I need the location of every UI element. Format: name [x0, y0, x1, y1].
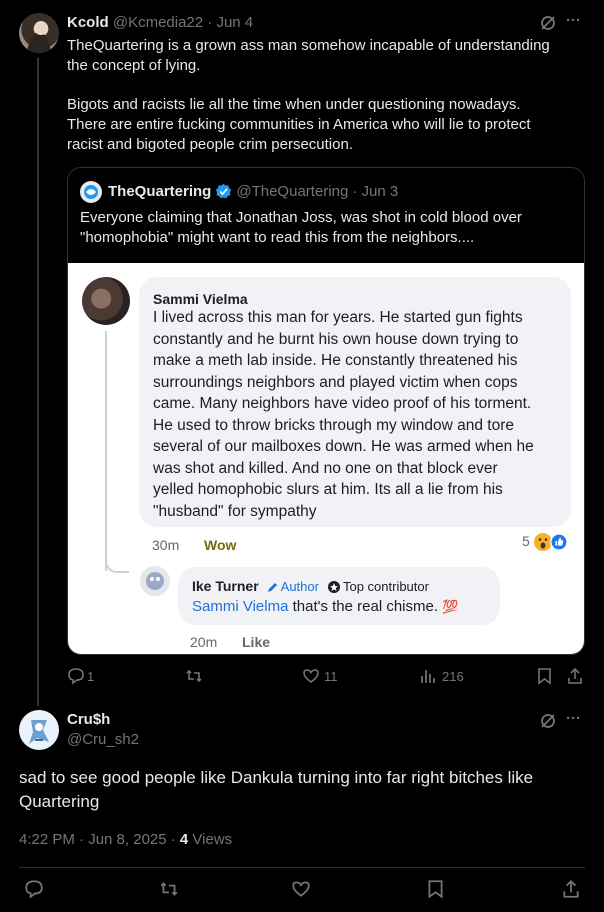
repost-icon — [185, 667, 203, 685]
top-contributor-icon — [327, 580, 341, 594]
grok-icon[interactable] — [539, 712, 557, 735]
top-contributor-badge: Top contributor — [342, 579, 429, 594]
comment-line: yelled homophobic slurs at him. Its all … — [153, 481, 503, 498]
quote-text-line: "homophobia" might want to read this fro… — [80, 229, 475, 246]
tweet2-handle[interactable]: @Cru_sh2 — [67, 731, 139, 748]
comment-line: surroundings neighbors and played victim… — [153, 373, 518, 391]
tweet2-views-label: Views — [188, 831, 233, 848]
reaction-count: 5 — [522, 533, 530, 549]
tweet2-text-line: sad to see good people like Dankula turn… — [19, 768, 534, 787]
reply-count: 1 — [87, 668, 95, 684]
pencil-icon — [267, 581, 279, 593]
tweet2-views-count: 4 — [179, 831, 189, 848]
tweet2-display-name[interactable]: Cru$h — [67, 711, 110, 728]
facebook-comment-bubble: Sammi Vielma I lived across this man for… — [139, 277, 571, 527]
views-count: 216 — [442, 668, 464, 684]
heart-icon — [302, 667, 320, 685]
quoted-media-image[interactable]: Sammi Vielma I lived across this man for… — [68, 263, 584, 654]
tweet1-date[interactable]: · Jun 4 — [207, 14, 253, 31]
comment-line: He used to throw bricks through my windo… — [153, 416, 514, 434]
quote-display-name[interactable]: TheQuartering — [108, 183, 211, 200]
comment-line: constantly and he burnt his own house do… — [153, 330, 519, 348]
repost-button[interactable] — [185, 667, 209, 685]
tweet1-text-line: the concept of lying. — [67, 57, 201, 74]
quote-date[interactable]: · Jun 3 — [352, 183, 398, 200]
views-icon — [420, 667, 436, 685]
comment-line: "husband" for sympathy — [153, 502, 317, 520]
ike-avatar — [140, 566, 170, 596]
verified-badge-icon — [215, 183, 232, 200]
like-button[interactable] — [291, 879, 311, 904]
comment-line: several of our mailboxes down. He was ar… — [153, 438, 534, 455]
grok-icon[interactable] — [539, 14, 557, 37]
tweet1-more-button[interactable]: ··· — [566, 12, 581, 29]
reply-button[interactable]: 1 — [67, 667, 94, 685]
thequartering-avatar[interactable] — [80, 181, 102, 203]
reply-button[interactable] — [24, 879, 44, 904]
thread-connector-line — [37, 58, 39, 706]
share-button[interactable] — [561, 879, 581, 904]
tweet2-more-button[interactable]: ··· — [566, 710, 581, 727]
tweet1-text-line: There are entire fucking communities in … — [67, 116, 531, 133]
reply-time: 20m — [190, 634, 218, 650]
bookmark-button[interactable] — [426, 879, 445, 904]
comment-thread-curve — [105, 559, 129, 573]
comment-thread-line — [105, 331, 107, 571]
bookmark-button[interactable] — [536, 667, 553, 690]
tweet1-display-name[interactable]: Kcold — [67, 14, 109, 31]
sammi-avatar — [82, 277, 130, 325]
kcold-avatar[interactable] — [19, 13, 59, 53]
crush-avatar[interactable] — [19, 710, 59, 750]
reply-author-name: Ike Turner — [192, 578, 259, 594]
comment-time: 30m — [152, 537, 180, 553]
tweet2-timestamp[interactable]: 4:22 PM · Jun 8, 2025 · — [19, 831, 180, 848]
tweet1-text-line: racist and bigoted people crim persecuti… — [67, 136, 353, 153]
comment-line: I lived across this man for years. He st… — [153, 309, 523, 326]
like-count: 11 — [324, 668, 338, 684]
quote-text-line: Everyone claiming that Jonathan Joss, wa… — [80, 209, 522, 226]
divider — [19, 867, 585, 868]
comment-line: make a meth lab inside. He constantly th… — [153, 352, 518, 369]
hundred-emoji: 💯 — [442, 599, 459, 614]
share-button[interactable] — [566, 667, 584, 690]
comment-line: was shot and killed. And no one on that … — [153, 459, 498, 477]
like-button[interactable]: 11 — [302, 667, 338, 685]
comment-reaction-label: Wow — [204, 537, 237, 553]
reply-mention: Sammi Vielma — [192, 598, 289, 615]
quoted-tweet-card[interactable]: TheQuartering @TheQuartering · Jun 3 Eve… — [67, 167, 585, 655]
reply-icon — [67, 667, 85, 685]
reply-like-link: Like — [242, 634, 271, 650]
tweet2-text-line: Quartering — [19, 792, 100, 811]
repost-button[interactable] — [159, 879, 179, 904]
tweet1-text-line: Bigots and racists lie all the time when… — [67, 96, 521, 113]
author-badge: Author — [280, 579, 319, 594]
comment-line: came. Many neighbors have video proof of… — [153, 395, 532, 412]
views-button[interactable]: 216 — [420, 667, 464, 685]
tweet1-text-line: TheQuartering is a grown ass man somehow… — [67, 37, 550, 54]
like-reaction-icon — [550, 532, 568, 551]
tweet1-handle[interactable]: @Kcmedia22 — [113, 14, 203, 31]
quote-handle[interactable]: @TheQuartering — [236, 183, 348, 200]
reply-text: that's the real chisme. — [288, 598, 439, 615]
